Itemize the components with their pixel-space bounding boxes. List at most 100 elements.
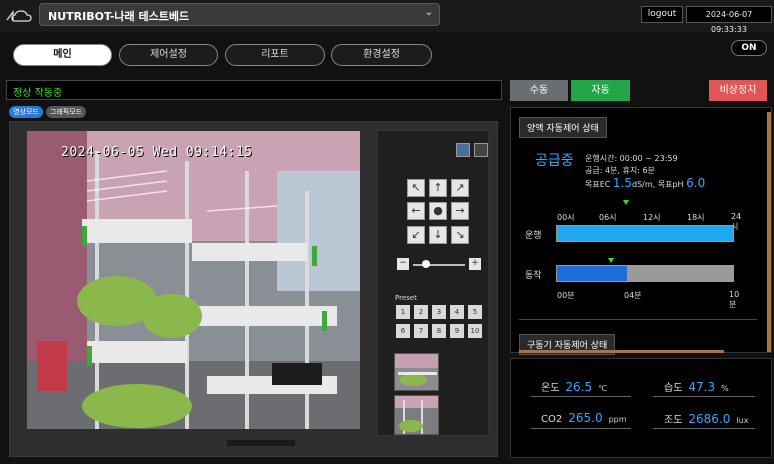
preset-button[interactable]: 2 <box>414 305 428 319</box>
ptz-up-icon[interactable]: ↑ <box>429 179 447 197</box>
hour-tick: 12시 <box>643 213 661 222</box>
lux-reading: 조도 2686.0 lux <box>664 411 748 426</box>
preset-button[interactable]: 1 <box>396 305 410 319</box>
ptz-right-icon[interactable]: → <box>451 202 469 221</box>
humidity-unit: % <box>721 384 729 393</box>
zoom-slider-track[interactable] <box>413 264 465 266</box>
manual-mode-button[interactable]: 수동 <box>510 80 568 101</box>
preset-label: Preset <box>395 294 417 302</box>
preset-grid: 1 2 3 4 5 6 7 8 9 10 <box>396 305 482 338</box>
logout-button[interactable]: logout <box>641 6 683 23</box>
co2-label: CO2 <box>541 414 563 425</box>
run-time-text: 운행시간: 00:00 ~ 23:59 <box>585 154 678 163</box>
hour-tick: 00시 <box>557 213 575 222</box>
lux-unit: lux <box>736 416 749 425</box>
graphic-mode-pill[interactable]: 그래픽모드 <box>46 106 86 118</box>
minute-tick: 04분 <box>624 291 642 300</box>
site-select[interactable]: NUTRIBOT-나래 테스트베드 ⌄ <box>39 3 440 26</box>
humidity-label: 습도 <box>664 383 683 394</box>
zoom-in-icon[interactable]: + <box>469 258 481 270</box>
preset-button[interactable]: 9 <box>450 324 464 338</box>
zoom-control: − + <box>397 258 481 272</box>
tab-report[interactable]: 리포트 <box>225 44 325 66</box>
temperature-unit: ℃ <box>598 384 608 393</box>
co2-value: 265.0 <box>568 411 603 425</box>
preset-button[interactable]: 6 <box>396 324 410 338</box>
zoom-out-icon[interactable]: − <box>397 258 409 270</box>
ptz-direction-pad: ↖ ↑ ↗ ← ● → ↙ ↓ ↘ <box>407 179 469 245</box>
minute-tick: 10분 <box>729 290 740 309</box>
preset-button[interactable]: 5 <box>468 305 482 319</box>
video-scrollbar[interactable] <box>227 440 295 446</box>
tab-env-settings[interactable]: 환경설정 <box>331 44 432 66</box>
underline <box>653 428 755 429</box>
run-bar-fill <box>557 226 733 241</box>
target-ec-unit: dS/m, <box>632 180 656 189</box>
cloud-logo-icon <box>6 10 32 22</box>
co2-reading: CO2 265.0 ppm <box>541 411 627 425</box>
emergency-stop-button[interactable]: 비상정지 <box>709 80 767 101</box>
chevron-down-icon: ⌄ <box>424 7 433 18</box>
single-view-icon[interactable] <box>474 143 488 157</box>
main-tabs: 메인 제어설정 리포트 환경설정 <box>0 40 774 70</box>
ptz-down-left-icon[interactable]: ↙ <box>407 225 425 244</box>
zoom-slider-knob[interactable] <box>422 260 430 268</box>
auto-mode-button[interactable]: 자동 <box>571 80 630 101</box>
status-bar: 정상 작동중 <box>6 80 502 100</box>
preset-button[interactable]: 4 <box>450 305 464 319</box>
site-name: NUTRIBOT-나래 테스트베드 <box>48 10 190 23</box>
action-bar <box>556 265 734 282</box>
ptz-center-icon[interactable]: ● <box>429 202 447 221</box>
ptz-down-icon[interactable]: ↓ <box>429 225 447 244</box>
humidity-reading: 습도 47.3% <box>664 379 729 394</box>
greenhouse-scene-image <box>27 131 360 429</box>
underline <box>653 396 755 397</box>
on-toggle[interactable]: ON <box>731 40 767 56</box>
current-minute-marker <box>608 258 615 263</box>
datetime-display: 2024-06-07 09:33:33 <box>686 6 772 34</box>
ptz-up-right-icon[interactable]: ↗ <box>451 179 469 197</box>
temperature-reading: 온도 26.5 ℃ <box>541 379 607 394</box>
camera-thumbnail[interactable] <box>394 395 439 435</box>
quad-view-icon[interactable] <box>456 143 470 157</box>
temperature-value: 26.5 <box>565 380 593 394</box>
ptz-down-right-icon[interactable]: ↘ <box>451 225 469 244</box>
tab-control-settings[interactable]: 제어설정 <box>119 44 218 66</box>
current-hour-marker <box>623 200 630 205</box>
panel-scrollbar[interactable] <box>767 112 771 352</box>
section-divider <box>519 319 757 320</box>
video-mode-pill[interactable]: 영상모드 <box>9 106 43 118</box>
camera-feed: 2024-06-05 Wed 09:14:15 <box>27 131 360 429</box>
ptz-left-icon[interactable]: ← <box>407 202 425 221</box>
hour-tick: 18시 <box>687 213 705 222</box>
ptz-control-panel: ↖ ↑ ↗ ← ● → ↙ ↓ ↘ − + Preset 1 2 3 4 5 6… <box>377 130 489 436</box>
camera-timestamp: 2024-06-05 Wed 09:14:15 <box>61 145 253 160</box>
minute-ticks: 00분 04분 10분 <box>555 290 745 309</box>
ptz-up-left-icon[interactable]: ↖ <box>407 179 425 197</box>
preset-button[interactable]: 8 <box>432 324 446 338</box>
action-bar-label: 동작 <box>525 271 542 281</box>
target-ec-label: 목표EC <box>585 180 611 189</box>
target-ph-value: 6.0 <box>686 176 706 190</box>
humidity-value: 47.3 <box>688 380 716 394</box>
supply-state: 공급중 <box>535 153 574 169</box>
target-ec-value: 1.5 <box>612 176 633 190</box>
run-bar <box>556 225 734 242</box>
underline <box>531 428 631 429</box>
minute-tick: 00분 <box>557 291 575 300</box>
tab-main[interactable]: 메인 <box>13 44 112 66</box>
hour-ticks: 00시 06시 12시 18시 24시 <box>557 212 741 231</box>
hour-tick: 06시 <box>599 213 617 222</box>
preset-button[interactable]: 10 <box>468 324 482 338</box>
lux-label: 조도 <box>664 415 683 426</box>
preset-button[interactable]: 3 <box>432 305 446 319</box>
target-ph-label: 목표pH <box>657 180 684 189</box>
run-bar-label: 운행 <box>525 231 542 241</box>
target-values: 목표EC 1.5dS/m, 목표pH 6.0 <box>585 176 705 190</box>
camera-thumbnail[interactable] <box>394 353 439 391</box>
action-bar-fill <box>557 266 628 281</box>
status-text: 정상 작동중 <box>13 88 63 99</box>
co2-unit: ppm <box>608 415 627 424</box>
preset-button[interactable]: 7 <box>414 324 428 338</box>
cycle-text: 공급: 4분, 휴지: 6분 <box>585 166 655 175</box>
